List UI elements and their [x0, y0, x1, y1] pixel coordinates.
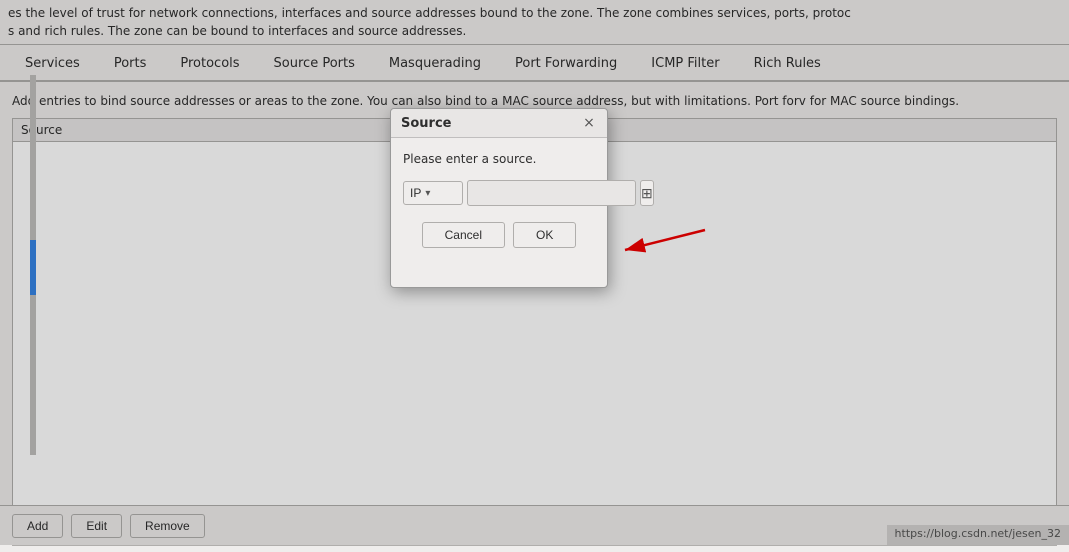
source-dialog: Source × Please enter a source. IP ▾ ⊞ — [390, 108, 608, 288]
ip-type-dropdown[interactable]: IP ▾ — [403, 181, 463, 205]
browse-icon: ⊞ — [641, 185, 653, 202]
red-arrow-annotation — [595, 220, 715, 270]
dropdown-arrow-icon: ▾ — [425, 188, 430, 199]
modal-prompt-text: Please enter a source. — [403, 152, 595, 166]
source-input[interactable] — [467, 180, 636, 206]
ip-type-label: IP — [410, 186, 421, 200]
modal-close-button[interactable]: × — [581, 115, 597, 131]
cancel-button[interactable]: Cancel — [422, 222, 505, 248]
modal-overlay: Source × Please enter a source. IP ▾ ⊞ — [0, 0, 1069, 545]
modal-buttons: Cancel OK — [403, 222, 595, 248]
modal-titlebar: Source × — [391, 109, 607, 138]
modal-title: Source — [401, 116, 451, 131]
modal-input-row: IP ▾ ⊞ — [403, 180, 595, 206]
modal-body: Please enter a source. IP ▾ ⊞ Cancel OK — [391, 138, 607, 258]
ok-button[interactable]: OK — [513, 222, 576, 248]
browse-button[interactable]: ⊞ — [640, 180, 654, 206]
